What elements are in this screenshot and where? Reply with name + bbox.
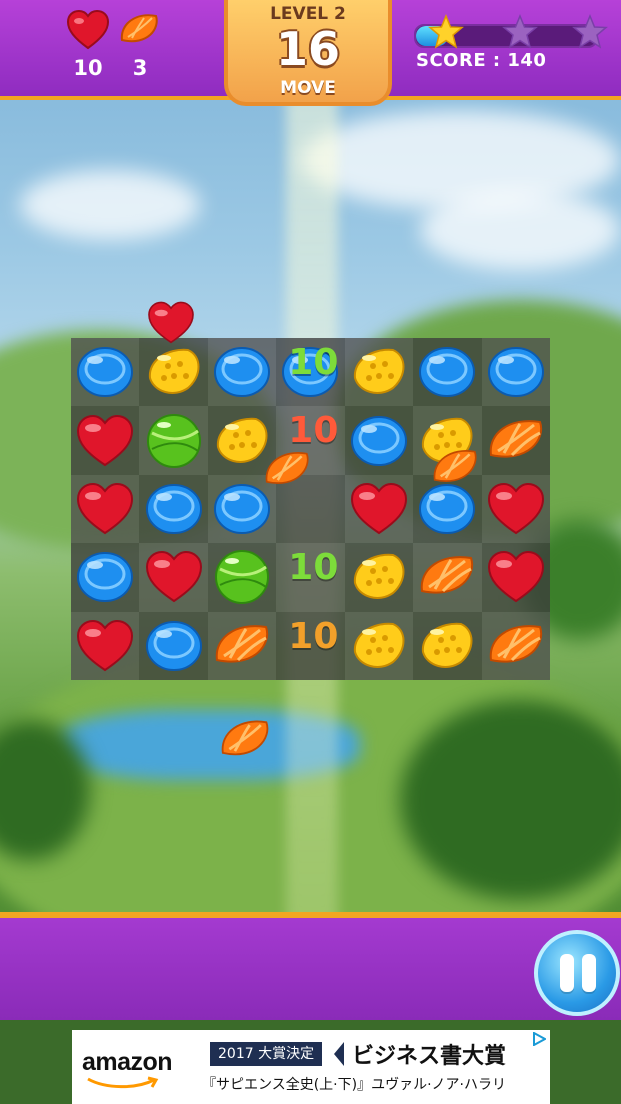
board-cell[interactable] [71, 474, 140, 544]
orange-candy-icon [489, 624, 542, 663]
heart-goal-count: 10 [73, 56, 103, 80]
star-empty-icon [502, 14, 538, 49]
falling-orange-candy [433, 450, 477, 482]
falling-heart-candy [148, 301, 194, 344]
blue-candy-icon [350, 415, 407, 466]
board-cell[interactable] [344, 543, 414, 612]
blue-candy-icon [77, 347, 134, 398]
blue-candy-icon [145, 483, 202, 534]
score-popup: 10 [288, 615, 339, 657]
pause-icon [582, 954, 596, 992]
blue-candy-icon [419, 347, 476, 398]
board-cell[interactable] [481, 474, 550, 544]
moves-remaining: 16 [275, 22, 340, 76]
ad-badge-arrow [334, 1042, 344, 1066]
yellow-candy-icon [353, 554, 405, 600]
score-label: SCORE : 140 [416, 50, 547, 71]
board-cell[interactable] [139, 474, 208, 544]
bottom-bar [0, 912, 621, 1020]
yellow-candy-icon [353, 349, 405, 395]
board-cell[interactable] [413, 611, 482, 680]
score-popup: 10 [288, 547, 339, 589]
board-cell[interactable] [71, 338, 140, 407]
board-cell[interactable] [481, 406, 550, 475]
ad-subtitle: 『サピエンス全史(上·下)』ユヴァル·ノア·ハラリ [202, 1077, 506, 1093]
yellow-candy-icon [148, 349, 200, 395]
board-cell[interactable] [139, 543, 208, 612]
amazon-smile-icon [87, 1076, 159, 1089]
blue-candy-icon [487, 347, 544, 398]
game-board: 10 10 10 10 [71, 338, 550, 680]
heart-candy-icon [487, 551, 544, 603]
board-cell[interactable] [413, 543, 482, 612]
orange-candy-icon [421, 556, 474, 594]
orange-goal-icon [120, 14, 158, 43]
board-cell[interactable] [413, 338, 482, 407]
orange-goal-count: 3 [132, 56, 148, 80]
heart-goal-icon [66, 10, 110, 50]
star-empty-icon [572, 14, 608, 49]
heart-candy-icon [145, 551, 202, 603]
orange-candy-icon [215, 624, 269, 663]
star-earned-icon [428, 14, 464, 49]
board-cell[interactable] [481, 543, 550, 612]
cloud [20, 170, 200, 240]
heart-candy-icon [487, 482, 544, 535]
board-cell[interactable] [139, 338, 208, 407]
board-cell[interactable] [481, 611, 550, 680]
cloud [420, 190, 620, 270]
blue-candy-icon [145, 620, 202, 671]
board-cell[interactable] [207, 543, 277, 612]
heart-candy-icon [77, 414, 134, 466]
orange-candy-icon [489, 419, 542, 458]
board-cell[interactable] [207, 611, 277, 680]
heart-candy-icon [350, 482, 407, 535]
board-cell[interactable] [139, 406, 208, 475]
board-cell[interactable] [139, 611, 208, 680]
heart-candy-icon [77, 482, 134, 535]
board-cell[interactable] [344, 474, 414, 544]
ad-brand: amazon [82, 1048, 173, 1076]
yellow-candy-icon [353, 622, 405, 668]
pause-button[interactable] [534, 930, 620, 1016]
green-candy-icon [146, 413, 201, 468]
board-cell[interactable] [344, 338, 414, 407]
score-popup: 10 [288, 342, 339, 383]
blue-candy-icon [77, 552, 134, 603]
ad-badge: 2017 大賞決定 [210, 1042, 323, 1066]
board-cell[interactable] [71, 611, 140, 680]
falling-orange-candy [265, 452, 309, 484]
ad-choices-icon[interactable] [532, 1032, 546, 1046]
level-moves-panel: LEVEL 2 16 MOVE [224, 0, 392, 106]
blue-candy-icon [214, 347, 271, 398]
moves-label: MOVE [280, 78, 336, 98]
ad-banner[interactable]: amazon 2017 大賞決定 ビジネス書大賞 『サピエンス全史(上·下)』ユ… [72, 1030, 550, 1104]
ad-title: ビジネス書大賞 [352, 1044, 507, 1069]
yellow-candy-icon [422, 622, 473, 668]
board-cell[interactable] [207, 338, 277, 407]
green-candy-icon [215, 550, 270, 605]
board-cell[interactable] [71, 406, 140, 475]
board-cell[interactable] [344, 406, 414, 475]
heart-candy-icon [77, 619, 134, 671]
board-cell[interactable] [344, 611, 414, 680]
flying-orange-candy [221, 720, 269, 756]
board-cell[interactable] [481, 338, 550, 407]
board-cell[interactable] [71, 543, 140, 612]
pause-icon [560, 954, 574, 992]
level-label: LEVEL 2 [270, 4, 346, 24]
